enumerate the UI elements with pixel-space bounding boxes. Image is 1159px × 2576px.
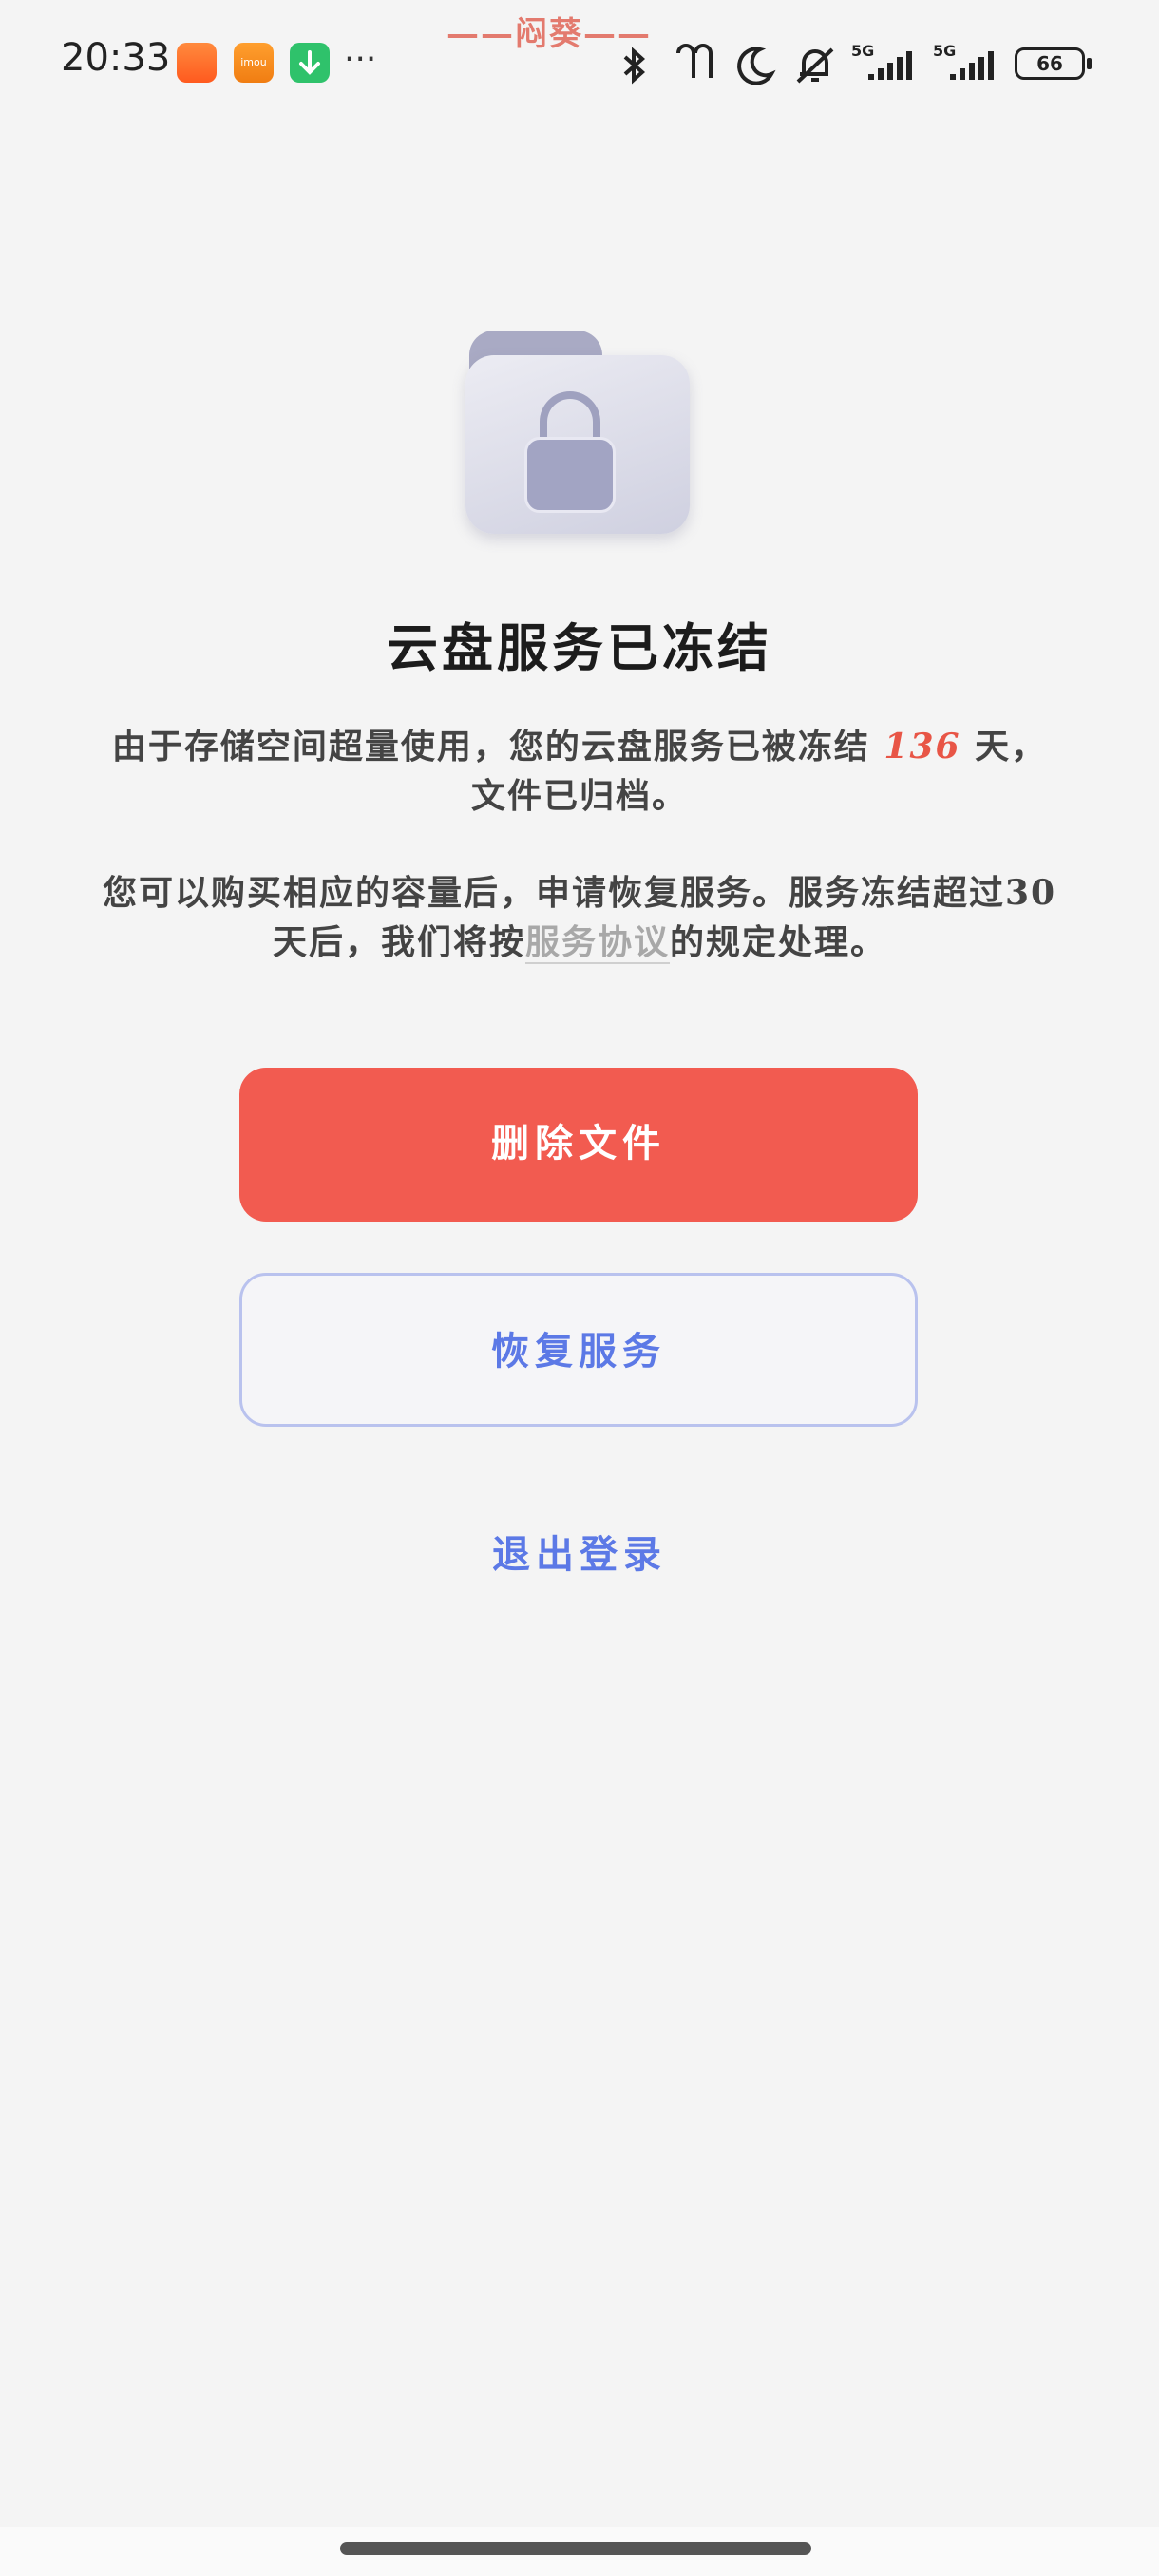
moon-icon [737,47,776,85]
frozen-days: 136 [884,727,961,767]
service-agreement-link[interactable]: 服务协议 [524,922,670,964]
status-bar: 20:33 imou ··· ——闷葵—— 5G 5G 66 [0,0,1159,123]
restore-service-button[interactable]: 恢复服务 [239,1273,918,1427]
more-icon: ··· [344,40,377,79]
battery-icon: 66 [1015,47,1092,80]
logout-link[interactable]: 退出登录 [0,1524,1159,1579]
restore-description: 您可以购买相应的容量后，申请恢复服务。服务冻结超过30天后，我们将按服务协议的规… [102,873,1057,964]
freeze-description: 由于存储空间超量使用，您的云盘服务已被冻结 136 天，文件已归档。 [111,727,1048,816]
home-indicator[interactable] [340,2542,811,2555]
delete-files-button[interactable]: 删除文件 [239,1068,918,1222]
page-title: 云盘服务已冻结 [387,617,772,678]
shop-app-icon [177,43,217,83]
locked-folder-icon [466,331,694,535]
status-time: 20:33 [61,36,171,80]
download-app-icon [290,43,330,83]
signal-icon [950,51,994,80]
earbuds-icon [676,44,712,78]
mute-icon [796,47,834,84]
bluetooth-icon [623,47,646,85]
signal-icon [868,51,912,80]
imou-app-icon: imou [234,43,274,83]
